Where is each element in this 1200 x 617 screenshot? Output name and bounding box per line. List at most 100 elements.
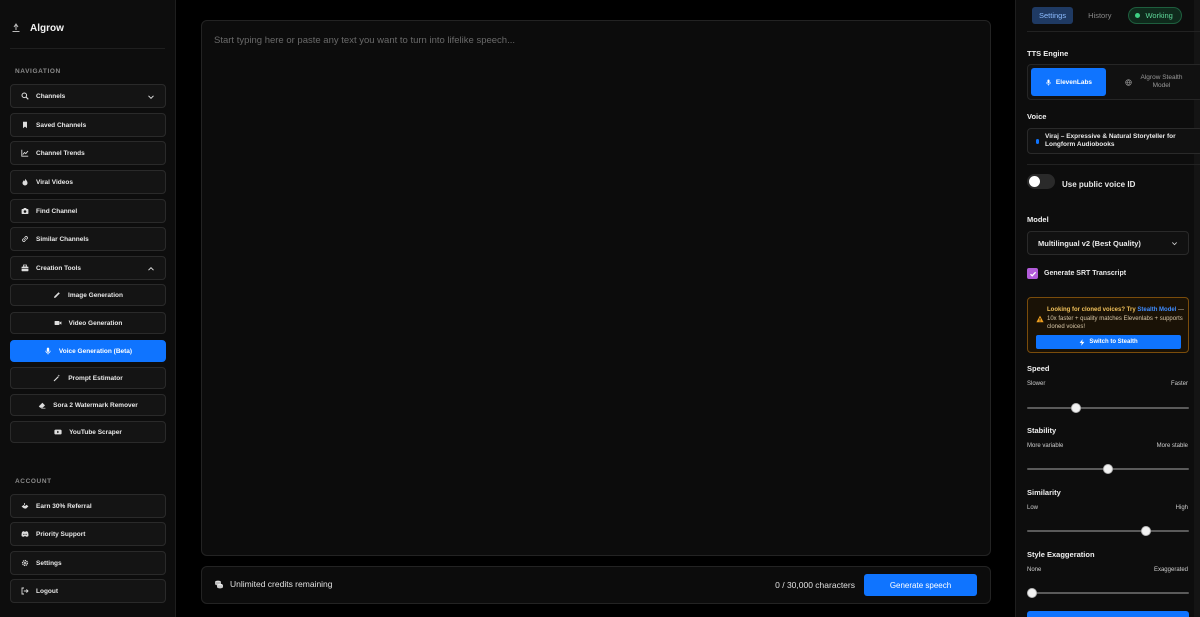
srt-transcript-label: Generate SRT Transcript xyxy=(1044,270,1127,277)
main-content: Unlimited credits remaining 0 / 30,000 c… xyxy=(177,0,1014,617)
tab-history[interactable]: History xyxy=(1081,7,1118,24)
sidebar-item-label: Logout xyxy=(36,587,59,595)
status-text: Working xyxy=(1145,11,1173,20)
engine-label: Algrow Stealth Model xyxy=(1140,74,1183,89)
similarity-slider[interactable] xyxy=(1027,526,1189,536)
brand[interactable]: Algrow xyxy=(11,20,64,36)
panel-bottom-button[interactable] xyxy=(1027,611,1189,617)
similarity-max-label: High xyxy=(1175,505,1188,511)
chevron-up-icon xyxy=(147,265,155,273)
toggle-knob xyxy=(1029,176,1040,187)
chevron-down-icon xyxy=(1171,240,1178,247)
pencil-icon xyxy=(53,291,61,299)
globe-icon xyxy=(1124,78,1132,86)
engine-stealth-button[interactable]: Algrow Stealth Model xyxy=(1112,68,1200,96)
tool-label: YouTube Scraper xyxy=(69,428,122,436)
tab-settings[interactable]: Settings xyxy=(1032,7,1074,24)
check-icon xyxy=(1029,270,1037,278)
promo-text: Looking for cloned voices? Try Stealth M… xyxy=(1047,306,1185,332)
speed-slider[interactable] xyxy=(1027,403,1189,413)
warning-icon xyxy=(1036,315,1044,323)
speed-min-label: Slower xyxy=(1027,381,1046,387)
promo-lead: Looking for cloned voices? Try xyxy=(1047,307,1136,313)
editor-footer: Unlimited credits remaining 0 / 30,000 c… xyxy=(201,566,991,604)
sidebar-item-saved-channels[interactable]: Saved Channels xyxy=(10,113,166,137)
sidebar-item-creation-tools[interactable]: Creation Tools xyxy=(10,256,166,280)
chevron-down-icon xyxy=(147,93,155,101)
bookmark-icon xyxy=(21,121,29,129)
stability-label: Stability xyxy=(1027,426,1057,435)
similarity-label: Similarity xyxy=(1027,488,1061,497)
sidebar-item-viral-videos[interactable]: Viral Videos xyxy=(10,170,166,194)
slider-track xyxy=(1027,592,1189,594)
brand-divider xyxy=(10,48,165,49)
tabs-divider xyxy=(1027,31,1200,32)
tool-label: Image Generation xyxy=(68,291,123,299)
youtube-icon xyxy=(54,428,62,436)
stability-slider[interactable] xyxy=(1027,464,1189,474)
slider-thumb[interactable] xyxy=(1071,403,1082,413)
sidebar-item-similar-channels[interactable]: Similar Channels xyxy=(10,227,166,251)
sidebar-item-logout[interactable]: Logout xyxy=(10,579,166,603)
search-icon xyxy=(21,92,29,100)
generate-speech-button[interactable]: Generate speech xyxy=(864,574,977,596)
trend-chart-icon xyxy=(21,149,29,157)
voice-value: Viraj – Expressive & Natural Storyteller… xyxy=(1045,133,1176,148)
stealth-model-link[interactable]: Stealth Model xyxy=(1137,307,1176,313)
sidebar-item-find-channel[interactable]: Find Channel xyxy=(10,199,166,223)
account-section-label: ACCOUNT xyxy=(15,478,52,485)
mic-icon xyxy=(44,347,52,355)
switch-to-stealth-button[interactable]: Switch to Stealth xyxy=(1036,335,1181,349)
tool-voice-generation[interactable]: Voice Generation (Beta) xyxy=(10,340,166,362)
speed-label: Speed xyxy=(1027,364,1050,373)
tool-youtube-scraper[interactable]: YouTube Scraper xyxy=(10,421,166,443)
handshake-icon xyxy=(21,502,29,510)
stealth-promo-banner: Looking for cloned voices? Try Stealth M… xyxy=(1027,297,1189,353)
slider-thumb[interactable] xyxy=(1141,526,1151,536)
stability-min-label: More variable xyxy=(1027,443,1064,449)
mic-icon xyxy=(1045,79,1052,86)
camera-icon xyxy=(21,207,29,215)
text-editor xyxy=(201,20,991,556)
switch-stealth-label: Switch to Stealth xyxy=(1089,339,1138,345)
style-exaggeration-slider[interactable] xyxy=(1027,588,1189,598)
tool-label: Video Generation xyxy=(68,319,123,327)
sidebar-item-label: Viral Videos xyxy=(36,178,73,186)
sidebar-item-channels[interactable]: Channels xyxy=(10,84,166,108)
slider-track xyxy=(1027,407,1189,409)
discord-icon xyxy=(21,530,29,538)
settings-panel: Settings History Working TTS Engine Elev… xyxy=(1015,0,1200,617)
coins-icon xyxy=(214,579,224,589)
speed-max-label: Faster xyxy=(1170,381,1188,387)
tool-prompt-estimator[interactable]: Prompt Estimator xyxy=(10,367,166,389)
engine-label: ElevenLabs xyxy=(1055,78,1093,86)
tool-sora-watermark-remover[interactable]: Sora 2 Watermark Remover xyxy=(10,394,166,416)
sidebar-item-priority-support[interactable]: Priority Support xyxy=(10,522,166,546)
brand-name: Algrow xyxy=(30,22,64,34)
public-voice-toggle[interactable] xyxy=(1027,174,1055,189)
speech-text-input[interactable] xyxy=(202,21,990,555)
model-select[interactable]: Multilingual v2 (Best Quality) xyxy=(1027,231,1189,255)
sidebar-item-channel-trends[interactable]: Channel Trends xyxy=(10,141,166,165)
toolbox-icon xyxy=(21,264,29,272)
tool-image-generation[interactable]: Image Generation xyxy=(10,284,166,306)
voice-selector[interactable]: Viraj – Expressive & Natural Storyteller… xyxy=(1027,128,1200,154)
model-value: Multilingual v2 (Best Quality) xyxy=(1038,238,1141,248)
engine-elevenlabs-button[interactable]: ElevenLabs xyxy=(1031,68,1106,96)
video-icon xyxy=(54,319,62,327)
panel-tabs: Settings History Working xyxy=(1032,7,1182,24)
style-max-label: Exaggerated xyxy=(1153,567,1188,573)
srt-transcript-checkbox[interactable] xyxy=(1027,268,1038,279)
slider-thumb[interactable] xyxy=(1103,464,1113,474)
stability-max-label: More stable xyxy=(1156,443,1188,449)
sidebar-item-settings[interactable]: Settings xyxy=(10,551,166,575)
sidebar-item-referral[interactable]: Earn 30% Referral xyxy=(10,494,166,518)
link-icon xyxy=(21,235,29,243)
style-min-label: None xyxy=(1027,567,1042,573)
lightning-icon xyxy=(1079,338,1085,346)
slider-thumb[interactable] xyxy=(1027,588,1037,598)
sidebar-item-label: Creation Tools xyxy=(36,264,82,272)
voice-indicator-icon xyxy=(1036,138,1039,144)
tool-video-generation[interactable]: Video Generation xyxy=(10,312,166,334)
voice-label: Voice xyxy=(1027,112,1047,121)
